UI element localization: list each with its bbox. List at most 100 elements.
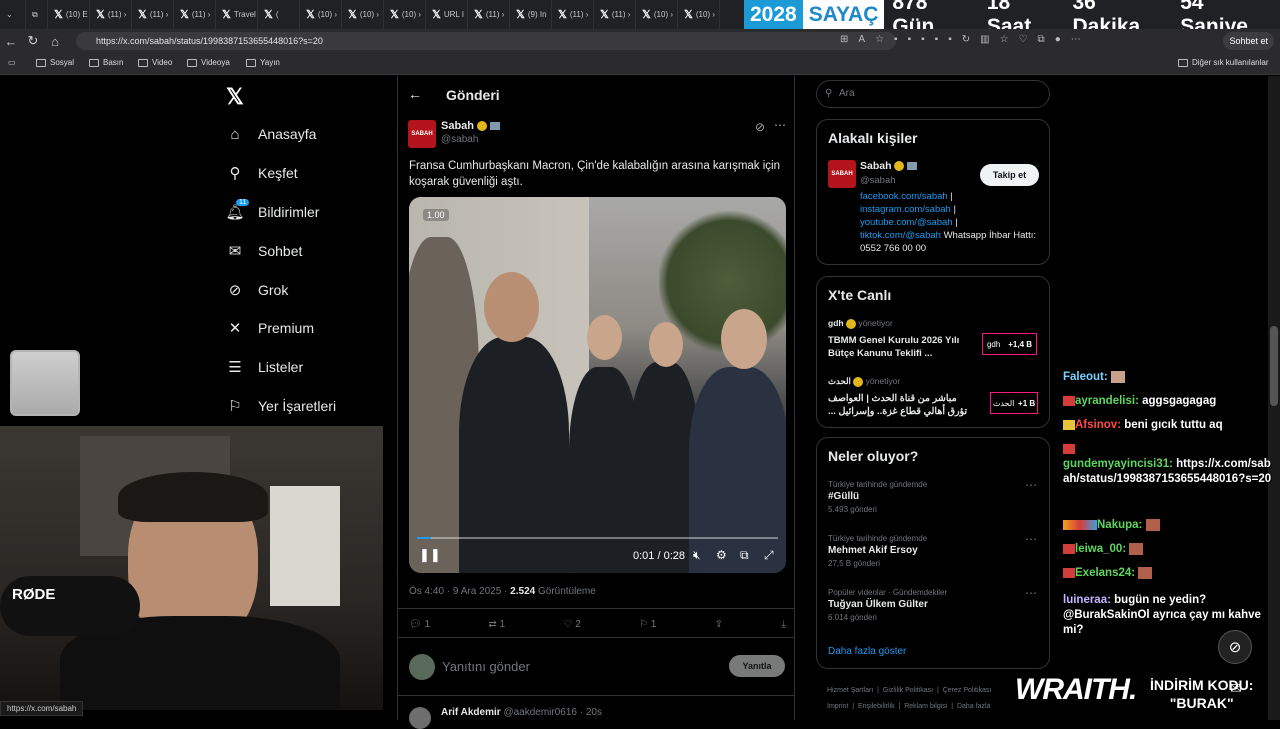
refresh-icon[interactable]: ↻	[962, 34, 970, 45]
show-more-link[interactable]: Daha fazla göster	[828, 646, 906, 657]
fullscreen-icon[interactable]: ⤢	[764, 548, 774, 563]
copilot-chat-button[interactable]: Sohbet et	[1223, 32, 1274, 50]
browser-tab[interactable]: 𝕏 (9) In	[510, 0, 552, 29]
author-handle[interactable]: @sabah	[441, 134, 478, 145]
browser-tab[interactable]: 𝕏 (11) ›	[468, 0, 510, 29]
extension-icon[interactable]: ▪	[908, 34, 912, 45]
live-title-2[interactable]: مباشر من قناة الحدث | العواصف تؤرق أهالي…	[828, 392, 978, 418]
home-icon[interactable]: ⌂	[44, 34, 66, 49]
trend-item[interactable]: Türkiye tarihinde gündemde Mehmet Akif Er…	[828, 534, 927, 568]
nav-item-explore[interactable]: ⚲ Keşfet	[226, 164, 298, 182]
browser-tab[interactable]: 𝕏 URL I	[426, 0, 468, 29]
browser-tab[interactable]: 𝕏 (10) ›	[678, 0, 720, 29]
nav-item-chat[interactable]: ✉ Sohbet	[226, 242, 303, 260]
browser-tab[interactable]: 𝕏 (11) ›	[132, 0, 174, 29]
reply-submit-button[interactable]: Yanıtla	[729, 655, 785, 677]
more-options-icon[interactable]: ⋯	[774, 118, 786, 132]
browser-tab[interactable]: 𝕏 (10) ›	[300, 0, 342, 29]
more-icon[interactable]: ⋯	[1071, 34, 1081, 45]
bookmark-folder-yayin[interactable]: Yayın	[246, 58, 280, 67]
tab-menu[interactable]: ⌄	[0, 0, 26, 29]
reply-avatar[interactable]	[409, 707, 431, 729]
x-logo-icon[interactable]: 𝕏	[226, 84, 244, 110]
related-name-row[interactable]: Sabah	[860, 160, 918, 172]
star-icon[interactable]: ☆	[875, 34, 884, 45]
mute-icon[interactable]: 🔇︎	[693, 548, 701, 563]
more-options-icon[interactable]: ⋯	[1025, 532, 1037, 546]
nav-item-lists[interactable]: ☰ Listeler	[226, 358, 303, 376]
collections-icon[interactable]: ♡	[1019, 34, 1028, 45]
extension-icon[interactable]: ▪	[921, 34, 925, 45]
bookmark-folder-other[interactable]: Diğer sık kullanılanlar	[1178, 58, 1268, 67]
extensions-icon[interactable]: ⧉	[1038, 34, 1045, 45]
bookmark-folder-sosyal[interactable]: Sosyal	[36, 58, 74, 67]
like-button[interactable]: ♡ 2	[563, 619, 580, 630]
extension-icon[interactable]: ▪	[948, 34, 952, 45]
nav-item-premium[interactable]: ✕ Premium	[226, 319, 314, 337]
post-timestamp[interactable]: Ös 4:40 · 9 Ara 2025 ·	[409, 586, 510, 597]
reload-icon[interactable]: ↻	[22, 33, 44, 49]
live-listener-box[interactable]: الحدث +1 B	[990, 392, 1038, 414]
author-name-row[interactable]: Sabah	[441, 120, 501, 132]
footer-link[interactable]: Daha fazla	[957, 703, 990, 710]
profile-icon[interactable]: ●	[1055, 34, 1061, 45]
repost-button[interactable]: ⇄ 1	[488, 619, 505, 630]
nav-item-bookmarks[interactable]: ⚐ Yer İşaretleri	[226, 397, 336, 415]
download-button[interactable]: ⤓	[782, 619, 786, 630]
tab-actions[interactable]: ⧉	[26, 0, 48, 29]
next-reply-author[interactable]: Arif Akdemir	[441, 707, 501, 718]
search-input[interactable]: ⚲ Ara	[816, 80, 1050, 108]
browser-tab[interactable]: 𝕏 (10) E	[48, 0, 90, 29]
more-options-icon[interactable]: ⋯	[1025, 478, 1037, 492]
footer-link[interactable]: Erişilebilirlik	[858, 703, 895, 710]
pause-icon[interactable]: ❚❚	[419, 547, 441, 563]
nav-item-home[interactable]: ⌂ Anasayfa	[226, 125, 316, 143]
browser-tab[interactable]: 𝕏 (11) ›	[594, 0, 636, 29]
nav-item-grok[interactable]: ⊘ Grok	[226, 281, 289, 299]
bookmark-folder-video[interactable]: Video	[138, 58, 172, 67]
footer-link[interactable]: Gizlilik Politikası	[883, 687, 933, 694]
browser-tab[interactable]: 𝕏 (10) ›	[636, 0, 678, 29]
author-avatar[interactable]: SABAH	[408, 120, 436, 148]
translate-icon[interactable]: A	[858, 34, 865, 45]
bio-link[interactable]: facebook.com/sabah	[860, 191, 948, 202]
browser-tab[interactable]: 𝕏 (10) ›	[342, 0, 384, 29]
footer-link[interactable]: Reklam bilgisi	[904, 703, 947, 710]
footer-link[interactable]: Çerez Politikası	[943, 687, 992, 694]
url-field[interactable]: https://x.com/sabah/status/1998387153655…	[76, 32, 896, 50]
share-button[interactable]: ⇪	[715, 619, 723, 630]
bookmark-folder-videoya[interactable]: Videoya	[187, 58, 230, 67]
back-arrow-icon[interactable]: ←	[408, 86, 422, 102]
browser-tab[interactable]: 𝕏 (11) ›	[90, 0, 132, 29]
video-player[interactable]: 1.00 ❚❚ 0:01 / 0:28 🔇︎ ⚙ ⧉ ⤢	[409, 197, 786, 573]
reply-button[interactable]: 💬︎ 1	[409, 619, 430, 630]
video-progress-bar[interactable]	[417, 537, 778, 539]
nav-item-notifications[interactable]: 🔔︎ 11 Bildirimler	[225, 199, 319, 221]
footer-link[interactable]: Imprint	[827, 703, 848, 710]
follow-button[interactable]: Takip et	[980, 164, 1039, 186]
grok-explain-icon[interactable]: ⊘	[755, 120, 765, 134]
footer-link[interactable]: Hizmet Şartları	[827, 687, 873, 694]
trend-item[interactable]: Popüler videolar · Gündemdekiler Tuğyan Ü…	[828, 588, 947, 622]
extension-icon[interactable]: ▪	[935, 34, 939, 45]
trend-item[interactable]: Türkiye tarihinde gündemde #Güllü 5.493 gö…	[828, 480, 927, 514]
related-avatar[interactable]: SABAH	[828, 160, 856, 188]
bookmark-folder-basin[interactable]: Basın	[89, 58, 123, 67]
back-icon[interactable]: ←	[0, 34, 22, 49]
app-icon[interactable]: ⊞	[840, 34, 848, 45]
bio-link[interactable]: tiktok.com/@sabah	[860, 230, 941, 241]
bookmark-button[interactable]: ⚐ 1	[639, 619, 656, 630]
bio-link[interactable]: instagram.com/sabah	[860, 204, 951, 215]
reply-input[interactable]: Yanıtını gönder	[442, 659, 530, 674]
live-title-1[interactable]: TBMM Genel Kurulu 2026 Yılı Bütçe Kanunu…	[828, 334, 978, 360]
browser-tab[interactable]: 𝕏 (11) ›	[174, 0, 216, 29]
more-options-icon[interactable]: ⋯	[1025, 586, 1037, 600]
browser-tab[interactable]: 𝕏 (11) ›	[552, 0, 594, 29]
bio-link[interactable]: youtube.com/@sabah	[860, 217, 953, 228]
browser-tab[interactable]: 𝕏 (10) ›	[384, 0, 426, 29]
favorites-icon[interactable]: ☆	[1000, 34, 1009, 45]
settings-icon[interactable]: ⚙	[716, 548, 727, 562]
live-listener-box[interactable]: gdh +1,4 B	[982, 333, 1037, 355]
pip-icon[interactable]: ⧉	[740, 548, 749, 563]
browser-tab[interactable]: 𝕏 Travel	[216, 0, 258, 29]
